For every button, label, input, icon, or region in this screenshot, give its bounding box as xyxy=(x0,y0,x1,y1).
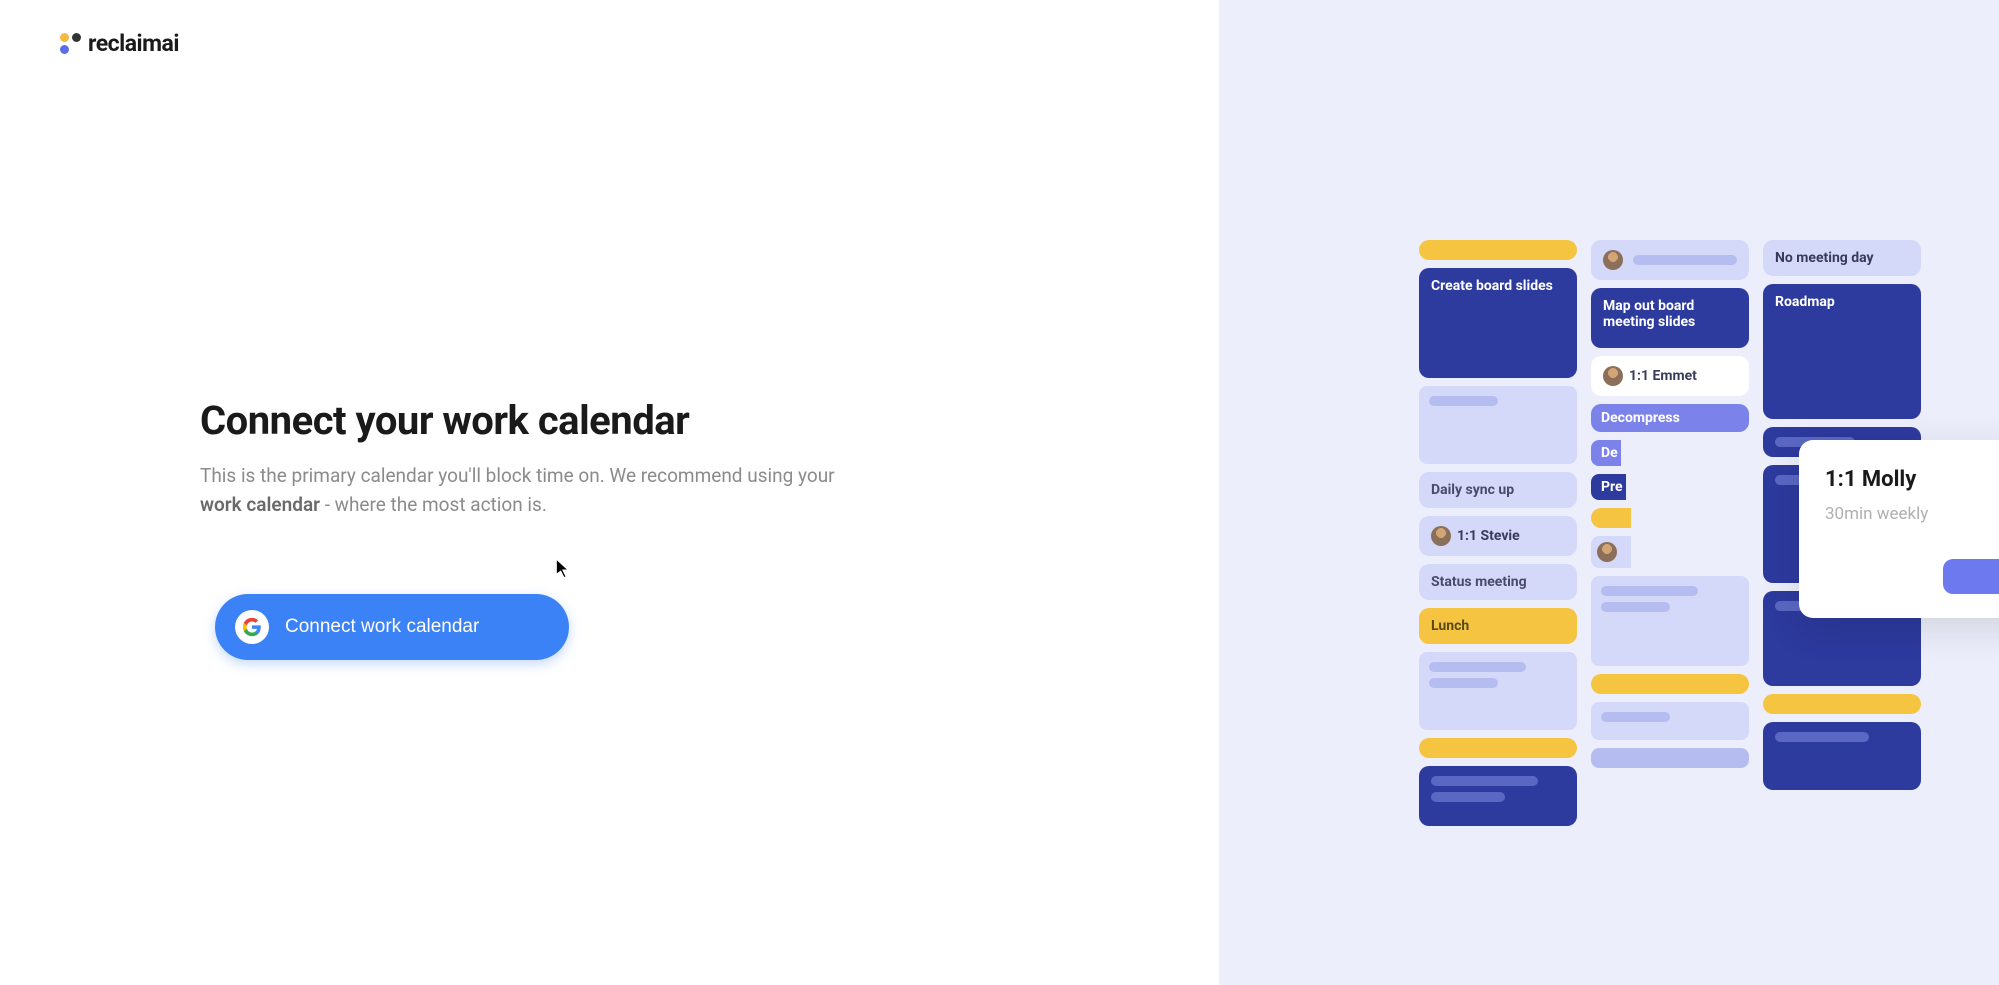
event-title: No meeting day xyxy=(1775,250,1874,266)
calendar-event: 1:1 Stevie xyxy=(1419,516,1577,556)
connect-calendar-button[interactable]: Connect work calendar xyxy=(215,594,569,660)
calendar-event: Create board slides xyxy=(1419,268,1577,378)
calendar-event: Decompress xyxy=(1591,404,1749,432)
calendar-event: Map out board meeting slides xyxy=(1591,288,1749,348)
calendar-event xyxy=(1591,536,1631,568)
event-title: Lunch xyxy=(1431,618,1469,634)
calendar-event-placeholder xyxy=(1419,386,1577,464)
calendar-event-placeholder xyxy=(1591,748,1749,768)
avatar-icon xyxy=(1597,542,1617,562)
page-heading: Connect your work calendar xyxy=(200,397,850,444)
calendar-event: Lunch xyxy=(1419,608,1577,644)
logo: reclaimai xyxy=(60,30,1159,57)
calendar-event: Status meeting xyxy=(1419,564,1577,600)
calendar-event xyxy=(1591,240,1749,280)
description-bold: work calendar xyxy=(200,493,320,516)
calendar-event-placeholder xyxy=(1591,702,1749,740)
event-title: Pre xyxy=(1601,479,1623,495)
event-title: Daily sync up xyxy=(1431,482,1514,498)
event-title: Decompress xyxy=(1601,410,1680,426)
calendar-event-placeholder xyxy=(1591,674,1749,694)
calendar-preview-panel: Create board slides Daily sync up 1:1 St… xyxy=(1219,0,1999,985)
left-panel: reclaimai Connect your work calendar Thi… xyxy=(0,0,1219,985)
event-title: Roadmap xyxy=(1775,294,1835,310)
tooltip-title: 1:1 Molly xyxy=(1825,467,1916,492)
calendar-event-placeholder xyxy=(1419,766,1577,826)
logo-mark-icon xyxy=(60,33,82,55)
calendar-event-placeholder xyxy=(1763,694,1921,714)
calendar-event-placeholder xyxy=(1419,652,1577,730)
event-title: De xyxy=(1601,445,1618,461)
calendar-event-truncated: Pre xyxy=(1591,474,1626,500)
event-title: Status meeting xyxy=(1431,574,1527,590)
event-title: Map out board meeting slides xyxy=(1603,298,1695,330)
calendar-column-1: Create board slides Daily sync up 1:1 St… xyxy=(1419,240,1577,826)
calendar-event-placeholder xyxy=(1763,722,1921,790)
description-suffix: - where the most action is. xyxy=(320,493,547,516)
calendar-event: Daily sync up xyxy=(1419,472,1577,508)
calendar-column-2: Map out board meeting slides 1:1 Emmet D… xyxy=(1591,240,1749,826)
calendar-event-placeholder xyxy=(1419,240,1577,260)
calendar-event: 1:1 Emmet xyxy=(1591,356,1749,396)
calendar-event-placeholder xyxy=(1591,508,1631,528)
tooltip-action-button[interactable] xyxy=(1943,559,1999,594)
event-title: 1:1 Stevie xyxy=(1457,528,1520,544)
calendar-event: Roadmap xyxy=(1763,284,1921,419)
onboarding-content: Connect your work calendar This is the p… xyxy=(200,397,850,660)
avatar-icon xyxy=(1603,366,1623,386)
event-title: 1:1 Emmet xyxy=(1629,368,1697,384)
event-tooltip-card: 1:1 Molly 30min weekly xyxy=(1799,440,1999,618)
avatar-icon xyxy=(1603,250,1623,270)
description-prefix: This is the primary calendar you'll bloc… xyxy=(200,464,835,487)
logo-text: reclaimai xyxy=(88,30,179,57)
calendar-grid: Create board slides Daily sync up 1:1 St… xyxy=(1419,240,1921,826)
google-icon xyxy=(235,610,269,644)
event-title: Create board slides xyxy=(1431,278,1553,294)
calendar-event-truncated: De xyxy=(1591,440,1621,466)
calendar-event-placeholder xyxy=(1591,576,1749,666)
page-description: This is the primary calendar you'll bloc… xyxy=(200,462,850,519)
calendar-event-placeholder xyxy=(1419,738,1577,758)
avatar-icon xyxy=(1431,526,1451,546)
tooltip-subtitle: 30min weekly xyxy=(1825,504,1999,524)
connect-button-label: Connect work calendar xyxy=(285,616,479,638)
cursor-icon xyxy=(555,558,573,580)
calendar-event: No meeting day xyxy=(1763,240,1921,276)
